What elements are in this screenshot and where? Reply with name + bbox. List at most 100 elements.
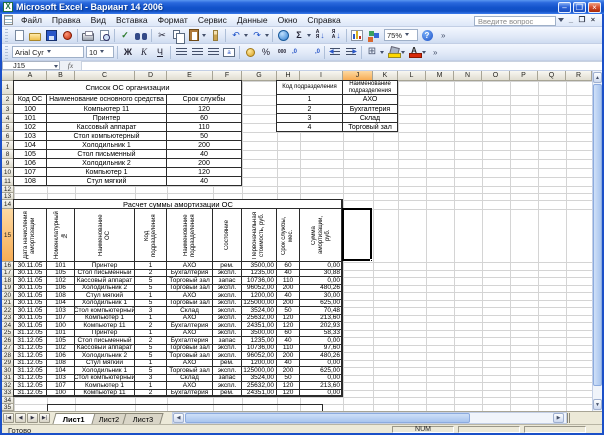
row-header-35[interactable]: 35: [2, 404, 14, 411]
horizontal-scroll-thumb[interactable]: [185, 413, 470, 423]
chevron-down-icon[interactable]: [100, 49, 105, 55]
row-header-14[interactable]: 14: [2, 200, 14, 209]
row-header-26[interactable]: 26: [2, 337, 14, 345]
menu-Сервис[interactable]: Сервис: [193, 15, 232, 25]
zoom-combo[interactable]: 75%: [384, 29, 418, 41]
italic-button[interactable]: К: [136, 45, 152, 60]
workbook-minimize-button[interactable]: _: [566, 16, 576, 25]
row-header-18[interactable]: 18: [2, 277, 14, 285]
row-header-25[interactable]: 25: [2, 329, 14, 337]
row-header-23[interactable]: 23: [2, 314, 14, 322]
row-header-3[interactable]: 3: [2, 105, 14, 114]
column-header-I[interactable]: I: [300, 71, 343, 81]
chart-wizard-button[interactable]: [349, 28, 365, 43]
hyperlink-button[interactable]: [275, 28, 291, 43]
menu-Вид[interactable]: Вид: [86, 15, 111, 25]
align-left-button[interactable]: [173, 45, 189, 60]
help-button[interactable]: ?: [419, 28, 435, 43]
column-header-A[interactable]: A: [14, 71, 47, 81]
row-header-16[interactable]: 16: [2, 262, 14, 270]
previous-sheet-icon[interactable]: ◀: [15, 413, 26, 423]
menu-Вставка[interactable]: Вставка: [111, 15, 153, 25]
font-size-combo[interactable]: 10: [86, 46, 114, 58]
borders-button[interactable]: ⊞: [364, 45, 380, 60]
row-header-34[interactable]: 34: [2, 397, 14, 404]
row-header-15[interactable]: 15: [2, 209, 14, 262]
row-header-29[interactable]: 29: [2, 359, 14, 367]
selected-cell-J15[interactable]: [342, 208, 372, 261]
merge-center-button[interactable]: a: [221, 45, 237, 60]
row-header-19[interactable]: 19: [2, 284, 14, 292]
workbook-close-button[interactable]: ×: [588, 16, 598, 25]
format-painter-button[interactable]: [207, 28, 223, 43]
chevron-down-icon[interactable]: [307, 34, 311, 39]
chevron-down-icon[interactable]: [405, 32, 410, 38]
scroll-down-icon[interactable]: ▼: [593, 399, 602, 410]
column-header-P[interactable]: P: [510, 71, 538, 81]
drawing-button[interactable]: [365, 28, 381, 43]
last-sheet-icon[interactable]: ▶|: [39, 413, 50, 423]
underline-button[interactable]: Ч: [152, 45, 168, 60]
column-header-R[interactable]: R: [566, 71, 592, 81]
menu-Правка[interactable]: Правка: [47, 15, 86, 25]
row-header-27[interactable]: 27: [2, 344, 14, 352]
column-header-N[interactable]: N: [454, 71, 482, 81]
research-button[interactable]: [133, 28, 149, 43]
row-header-30[interactable]: 30: [2, 367, 14, 375]
redo-button[interactable]: ↷: [249, 28, 265, 43]
open-button[interactable]: [27, 28, 43, 43]
permission-button[interactable]: [59, 28, 75, 43]
column-header-C[interactable]: C: [75, 71, 135, 81]
align-center-button[interactable]: [189, 45, 205, 60]
sort-descending-button[interactable]: Я А ↓: [328, 28, 344, 43]
column-header-J[interactable]: J: [343, 71, 373, 81]
copy-button[interactable]: [170, 28, 186, 44]
menu-Окно[interactable]: Окно: [273, 15, 303, 25]
print-button[interactable]: [80, 28, 96, 43]
menu-Файл[interactable]: Файл: [16, 15, 47, 25]
chevron-down-icon[interactable]: [422, 51, 426, 56]
chevron-down-icon[interactable]: [244, 34, 248, 39]
workbook-icon[interactable]: [4, 15, 13, 25]
save-button[interactable]: [43, 28, 59, 43]
paste-button[interactable]: [186, 28, 202, 43]
row-header-11[interactable]: 11: [2, 177, 14, 186]
row-header-4[interactable]: 4: [2, 114, 14, 123]
row-header-20[interactable]: 20: [2, 292, 14, 300]
tab-split-handle[interactable]: [567, 413, 570, 423]
menu-Справка[interactable]: Справка: [302, 15, 345, 25]
chevron-down-icon[interactable]: [54, 64, 58, 70]
chevron-down-icon[interactable]: [202, 34, 206, 39]
question-box[interactable]: Введите вопрос: [474, 15, 556, 26]
column-header-D[interactable]: D: [135, 71, 167, 81]
workbook-restore-button[interactable]: ❐: [577, 16, 587, 25]
increase-decimal-button[interactable]: ,0: [290, 45, 306, 60]
row-header-5[interactable]: 5: [2, 123, 14, 132]
chevron-down-icon[interactable]: [401, 51, 405, 56]
vertical-scroll-thumb[interactable]: [593, 84, 602, 386]
row-header-21[interactable]: 21: [2, 299, 14, 307]
name-box[interactable]: J15: [2, 61, 60, 70]
menu-Данные[interactable]: Данные: [232, 15, 273, 25]
column-header-M[interactable]: M: [426, 71, 454, 81]
scroll-right-icon[interactable]: ▶: [553, 413, 564, 423]
column-header-E[interactable]: E: [167, 71, 213, 81]
column-header-H[interactable]: H: [277, 71, 300, 81]
align-right-button[interactable]: [205, 45, 221, 60]
column-header-F[interactable]: F: [213, 71, 242, 81]
row-header-6[interactable]: 6: [2, 132, 14, 141]
row-header-33[interactable]: 33: [2, 389, 14, 397]
percent-style-button[interactable]: %: [258, 45, 274, 60]
column-header-L[interactable]: L: [398, 71, 426, 81]
row-header-13[interactable]: 13: [2, 193, 14, 200]
sort-ascending-button[interactable]: А Я ↓: [312, 28, 328, 43]
menu-Формат[interactable]: Формат: [153, 15, 193, 25]
close-button[interactable]: ×: [588, 1, 601, 13]
chevron-down-icon[interactable]: [46, 49, 51, 55]
row-header-10[interactable]: 10: [2, 168, 14, 177]
column-header-Q[interactable]: Q: [538, 71, 566, 81]
tab-Лист3[interactable]: Лист3: [122, 413, 165, 424]
toolbar-drag-handle[interactable]: [5, 45, 8, 59]
autosum-button[interactable]: Σ: [291, 28, 307, 43]
insert-function-button[interactable]: fx: [60, 61, 82, 70]
